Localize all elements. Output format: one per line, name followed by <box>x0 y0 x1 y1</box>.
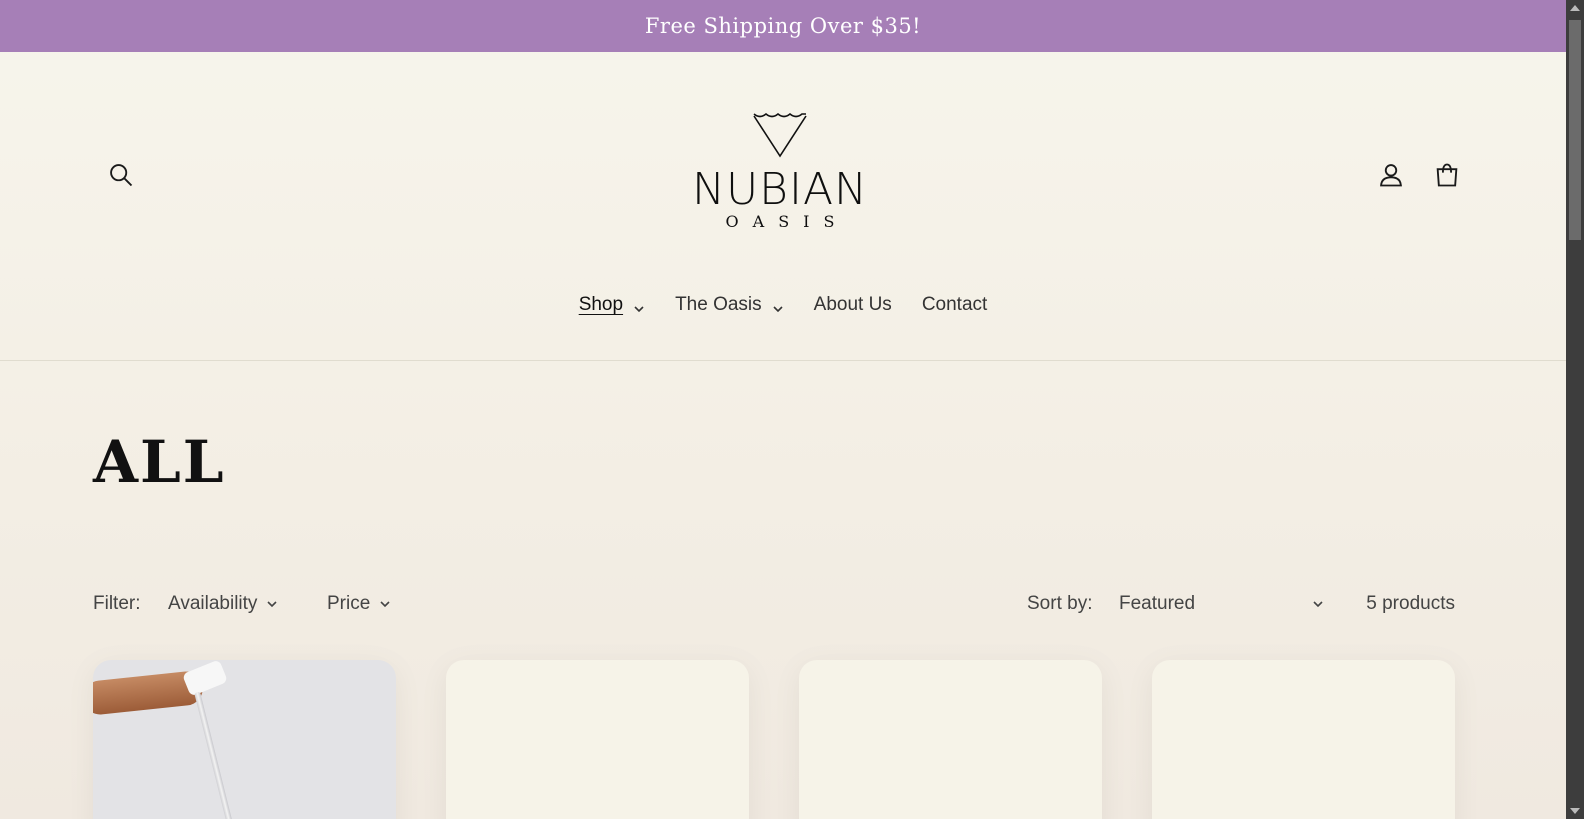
nav-item-label: About Us <box>813 294 892 315</box>
product-image-dropper <box>194 691 234 819</box>
nav-item-the-oasis[interactable]: The Oasis <box>660 294 799 316</box>
scrollbar[interactable] <box>1566 0 1584 819</box>
product-grid <box>93 660 1455 819</box>
chevron-down-icon <box>1313 601 1323 608</box>
logo-name: NUBIAN <box>692 164 868 215</box>
site-logo[interactable]: NUBIAN OASIS <box>660 110 900 240</box>
search-icon <box>110 164 133 187</box>
sort-value: Featured <box>1119 593 1196 614</box>
scroll-down-arrow-icon[interactable] <box>1570 808 1580 814</box>
chevron-down-icon <box>633 299 645 313</box>
product-count: 5 products <box>1366 593 1455 614</box>
scroll-up-arrow-icon[interactable] <box>1570 5 1580 11</box>
chevron-down-icon <box>772 299 784 313</box>
filter-price[interactable]: Price <box>327 593 391 615</box>
announcement-bar: Free Shipping Over $35! <box>0 0 1566 52</box>
nav-item-contact[interactable]: Contact <box>907 294 1002 316</box>
sort-select[interactable]: Featured <box>1119 593 1324 615</box>
chevron-down-icon <box>267 601 277 608</box>
account-button[interactable] <box>1371 155 1411 195</box>
product-card[interactable] <box>1152 660 1455 819</box>
product-card[interactable] <box>446 660 749 819</box>
search-button[interactable] <box>101 155 141 195</box>
sort-label: Sort by: <box>1027 593 1093 614</box>
logo-tagline: OASIS <box>725 212 849 231</box>
nav-item-label: Shop <box>578 294 624 315</box>
collection-title: ALL <box>93 428 226 496</box>
nav-item-about-us[interactable]: About Us <box>799 294 907 316</box>
cart-icon <box>1436 163 1458 187</box>
filter-availability[interactable]: Availability <box>168 593 278 615</box>
product-card[interactable] <box>799 660 1102 819</box>
page: Free Shipping Over $35! NUBIAN OASIS Sho… <box>0 0 1566 819</box>
filter-price-label: Price <box>327 593 371 614</box>
main-nav: Shop The Oasis About Us Contact <box>0 294 1566 316</box>
nav-item-label: The Oasis <box>675 294 762 315</box>
logo-triangle-icon <box>753 112 807 158</box>
filter-label: Filter: <box>93 593 141 614</box>
user-icon <box>1380 164 1402 187</box>
announcement-text: Free Shipping Over $35! <box>644 14 922 38</box>
product-card[interactable] <box>93 660 396 819</box>
site-header: NUBIAN OASIS Shop The Oasis About Us Con… <box>0 52 1566 361</box>
filter-availability-label: Availability <box>168 593 258 614</box>
collection-toolbar: Filter: Availability Price Sort by: Feat… <box>93 590 1455 620</box>
chevron-down-icon <box>380 601 390 608</box>
nav-item-shop[interactable]: Shop <box>564 294 660 316</box>
nav-item-label: Contact <box>921 294 988 315</box>
scrollbar-thumb[interactable] <box>1569 20 1581 240</box>
cart-button[interactable] <box>1427 155 1467 195</box>
product-image-cap <box>181 660 229 697</box>
